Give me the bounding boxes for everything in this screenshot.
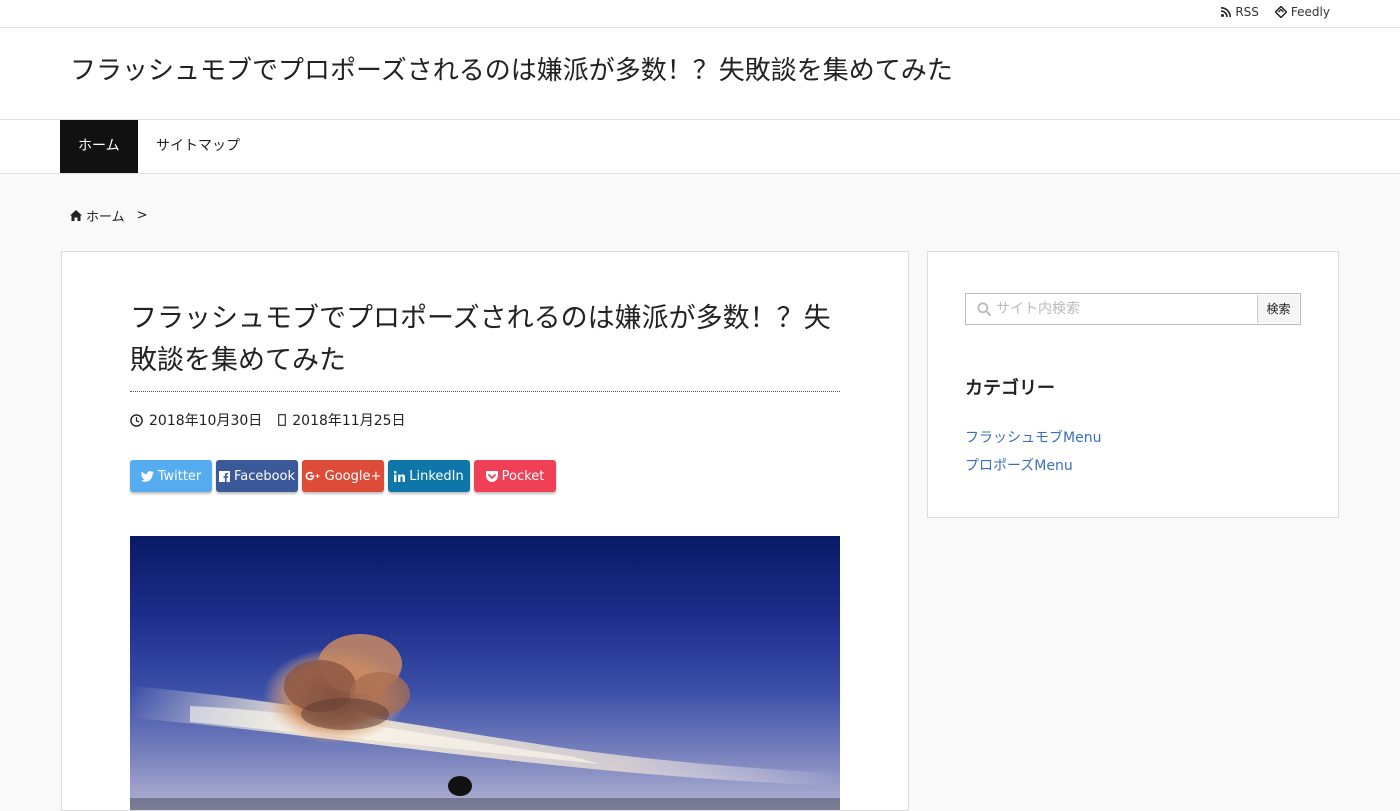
updated-date: 2018年11月25日 — [292, 413, 406, 429]
site-search: 検索 — [965, 293, 1301, 325]
category-list: フラッシュモブMenu プロポーズMenu — [965, 424, 1101, 480]
feed-links: RSS Feedly — [1221, 5, 1330, 19]
site-header: フラッシュモブでプロポーズされるのは嫌派が多数！？失敗談を集めてみた — [0, 28, 1400, 120]
article-title: フラッシュモブでプロポーズされるのは嫌派が多数！？失敗談を集めてみた — [130, 303, 831, 376]
share-facebook-label: Facebook — [233, 468, 296, 484]
share-google-plus-label: Google+ — [324, 468, 382, 484]
article-container: フラッシュモブでプロポーズされるのは嫌派が多数！？失敗談を集めてみた 2018年… — [61, 251, 909, 811]
site-title[interactable]: フラッシュモブでプロポーズされるのは嫌派が多数！？失敗談を集めてみた — [70, 50, 953, 87]
rss-link[interactable]: RSS — [1221, 5, 1259, 19]
share-pocket-button[interactable]: Pocket — [474, 460, 556, 492]
clock-icon — [130, 413, 143, 427]
google-plus-icon — [305, 471, 320, 481]
published-date: 2018年10月30日 — [149, 413, 263, 429]
rss-icon — [1221, 7, 1232, 17]
search-input[interactable] — [996, 297, 1246, 321]
sidebar: 検索 カテゴリー フラッシュモブMenu プロポーズMenu — [927, 251, 1339, 518]
share-pocket-label: Pocket — [501, 468, 545, 484]
nav-item-home[interactable]: ホーム — [60, 120, 138, 173]
linkedin-icon — [394, 470, 406, 482]
pocket-icon — [485, 470, 498, 482]
title-divider — [130, 391, 840, 392]
breadcrumb: ホーム > — [70, 206, 148, 225]
feedly-label: Feedly — [1290, 5, 1330, 19]
category-link-propose[interactable]: プロポーズMenu — [965, 452, 1101, 480]
home-icon — [70, 210, 82, 221]
category-widget-title: カテゴリー — [965, 378, 1055, 399]
feedly-link[interactable]: Feedly — [1274, 5, 1330, 19]
share-linkedin-button[interactable]: LinkedIn — [388, 460, 470, 492]
update-icon — [278, 414, 287, 426]
sunset-scene — [130, 634, 840, 810]
share-facebook-button[interactable]: Facebook — [216, 460, 298, 492]
facebook-icon — [218, 470, 230, 482]
share-buttons: Twitter Facebook Google+ LinkedIn Pocket — [130, 460, 556, 492]
search-button[interactable]: 検索 — [1257, 295, 1299, 323]
nav-item-sitemap[interactable]: サイトマップ — [138, 120, 258, 173]
rss-label: RSS — [1235, 5, 1259, 19]
feedly-icon — [1274, 6, 1287, 18]
share-google-plus-button[interactable]: Google+ — [302, 460, 384, 492]
share-linkedin-label: LinkedIn — [409, 468, 464, 484]
category-link-flashmob[interactable]: フラッシュモブMenu — [965, 424, 1101, 452]
top-bar: RSS Feedly — [0, 0, 1400, 28]
breadcrumb-separator: > — [136, 208, 148, 223]
post-dates: 2018年10月30日 2018年11月25日 — [130, 410, 406, 430]
share-twitter-label: Twitter — [157, 468, 202, 484]
twitter-icon — [140, 470, 154, 482]
global-nav: ホーム サイトマップ — [0, 120, 1400, 174]
search-icon — [977, 302, 991, 316]
breadcrumb-home-link[interactable]: ホーム — [86, 206, 125, 225]
share-twitter-button[interactable]: Twitter — [130, 460, 212, 492]
featured-image — [130, 536, 840, 810]
